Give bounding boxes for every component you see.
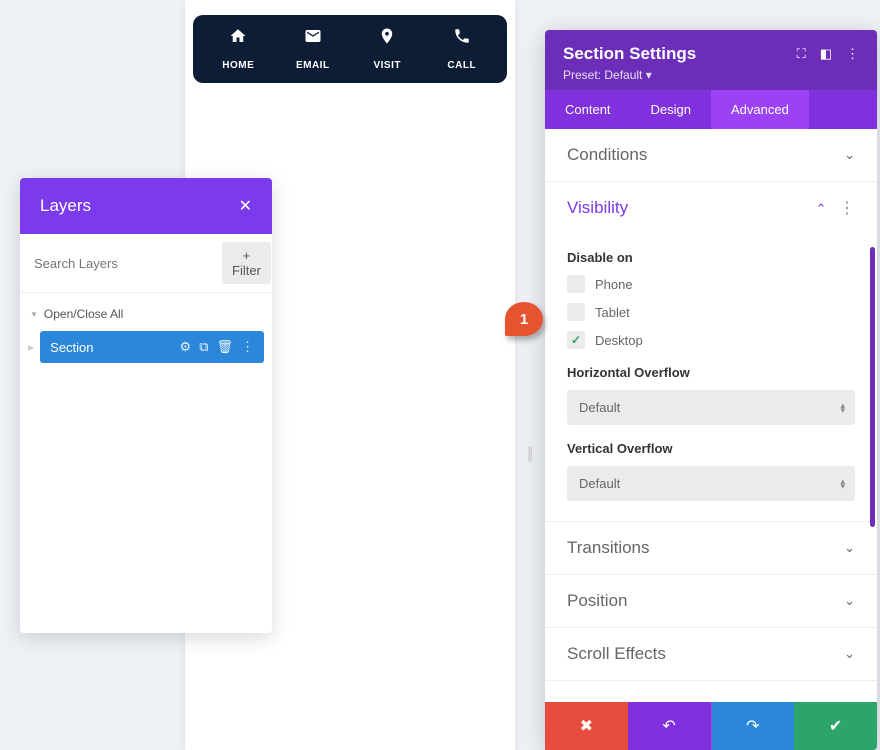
disable-on-label: Disable on [567, 250, 855, 265]
section-label: Position [567, 591, 627, 611]
select-arrows-icon: ▴▾ [840, 479, 845, 489]
tab-advanced[interactable]: Advanced [711, 90, 809, 129]
settings-header[interactable]: Section Settings ⛶ ◧ ⋮ Preset: Default ▾ [545, 30, 877, 90]
help-link[interactable]: ? Help [545, 681, 877, 689]
layers-search-row: + Filter [20, 234, 272, 293]
footer-buttons: ✖ ↶ ↷ ✔ [545, 702, 877, 750]
section-label: Scroll Effects [567, 644, 666, 664]
chevron-down-icon: ▾ [646, 68, 652, 82]
header-icons: ⛶ ◧ ⋮ [797, 46, 859, 62]
snap-icon[interactable]: ◧ [820, 46, 832, 62]
more-icon[interactable]: ⋮ [839, 200, 855, 217]
nav-label: HOME [222, 60, 254, 71]
section-label: Conditions [567, 145, 647, 165]
chevron-down-icon: ⌄ [844, 147, 855, 163]
call-icon [425, 27, 500, 51]
checkbox-label: Phone [595, 277, 633, 292]
h-overflow-select[interactable]: Default ▴▾ [567, 390, 855, 425]
gear-icon[interactable]: ⚙ [180, 339, 192, 355]
layer-section[interactable]: Section ⚙ ⧉ 🗑 ⋮ [40, 331, 264, 363]
chevron-up-icon: ⌃ [816, 201, 827, 216]
tab-design[interactable]: Design [631, 90, 711, 129]
v-overflow-label: Vertical Overflow [567, 441, 855, 456]
nav-label: VISIT [373, 60, 401, 71]
expand-icon[interactable]: ⛶ [797, 46, 806, 62]
nav-home[interactable]: HOME [201, 27, 276, 73]
search-input[interactable] [28, 248, 216, 279]
section-label: Visibility [567, 198, 628, 218]
redo-button[interactable]: ↷ [712, 702, 795, 750]
caret-icon[interactable]: ▶ [28, 343, 34, 352]
checkbox[interactable] [567, 303, 585, 321]
more-icon[interactable]: ⋮ [846, 46, 859, 62]
open-close-label: Open/Close All [44, 307, 123, 321]
layers-body: ▼ Open/Close All ▶ Section ⚙ ⧉ 🗑 ⋮ [20, 293, 272, 633]
undo-button[interactable]: ↶ [628, 702, 712, 750]
chevron-down-icon: ⌄ [844, 646, 855, 662]
nav-email[interactable]: EMAIL [276, 27, 351, 73]
section-visibility[interactable]: Visibility ⌃ ⋮ [545, 182, 877, 234]
tab-content[interactable]: Content [545, 90, 631, 129]
preset-selector[interactable]: Preset: Default ▾ [563, 68, 859, 82]
chevron-down-icon: ⌄ [844, 540, 855, 556]
settings-body: Conditions ⌄ Visibility ⌃ ⋮ Disable on P… [545, 129, 877, 689]
checkbox[interactable] [567, 331, 585, 349]
checkbox[interactable] [567, 275, 585, 293]
home-icon [201, 27, 276, 51]
trash-icon[interactable]: 🗑 [216, 339, 233, 355]
cancel-button[interactable]: ✖ [545, 702, 628, 750]
layer-label: Section [50, 340, 171, 355]
checkbox-desktop[interactable]: Desktop [567, 331, 855, 349]
section-label: Transitions [567, 538, 650, 558]
resize-handle[interactable]: || [527, 445, 531, 463]
settings-tabs: Content Design Advanced [545, 90, 877, 129]
scrollbar[interactable] [870, 247, 875, 527]
close-icon[interactable]: ✕ [239, 196, 252, 216]
checkbox-label: Tablet [595, 305, 630, 320]
v-overflow-select[interactable]: Default ▴▾ [567, 466, 855, 501]
visit-icon [350, 27, 425, 51]
more-icon[interactable]: ⋮ [241, 339, 254, 355]
layers-header[interactable]: Layers ✕ [20, 178, 272, 234]
checkbox-tablet[interactable]: Tablet [567, 303, 855, 321]
nav-label: EMAIL [296, 60, 330, 71]
visibility-content: Disable on Phone Tablet Desktop Horizont… [545, 250, 877, 522]
nav-visit[interactable]: VISIT [350, 27, 425, 73]
nav-label: CALL [447, 60, 476, 71]
layers-title: Layers [40, 196, 91, 216]
email-icon [276, 27, 351, 51]
layers-panel: Layers ✕ + Filter ▼ Open/Close All ▶ Sec… [20, 178, 272, 633]
chevron-down-icon: ⌄ [844, 593, 855, 609]
settings-title: Section Settings [563, 44, 696, 64]
duplicate-icon[interactable]: ⧉ [199, 339, 208, 355]
section-conditions[interactable]: Conditions ⌄ [545, 129, 877, 182]
select-arrows-icon: ▴▾ [840, 403, 845, 413]
section-position[interactable]: Position ⌄ [545, 575, 877, 628]
checkbox-phone[interactable]: Phone [567, 275, 855, 293]
open-close-all[interactable]: ▼ Open/Close All [28, 301, 264, 331]
filter-button[interactable]: + Filter [222, 242, 271, 284]
h-overflow-label: Horizontal Overflow [567, 365, 855, 380]
nav-call[interactable]: CALL [425, 27, 500, 73]
caret-icon: ▼ [30, 310, 38, 319]
section-transitions[interactable]: Transitions ⌄ [545, 522, 877, 575]
save-button[interactable]: ✔ [794, 702, 877, 750]
mobile-nav-bar: HOME EMAIL VISIT CALL [193, 15, 507, 83]
section-scroll-effects[interactable]: Scroll Effects ⌄ [545, 628, 877, 681]
settings-panel: Section Settings ⛶ ◧ ⋮ Preset: Default ▾… [545, 30, 877, 750]
annotation-marker: 1 [505, 302, 543, 336]
checkbox-label: Desktop [595, 333, 643, 348]
